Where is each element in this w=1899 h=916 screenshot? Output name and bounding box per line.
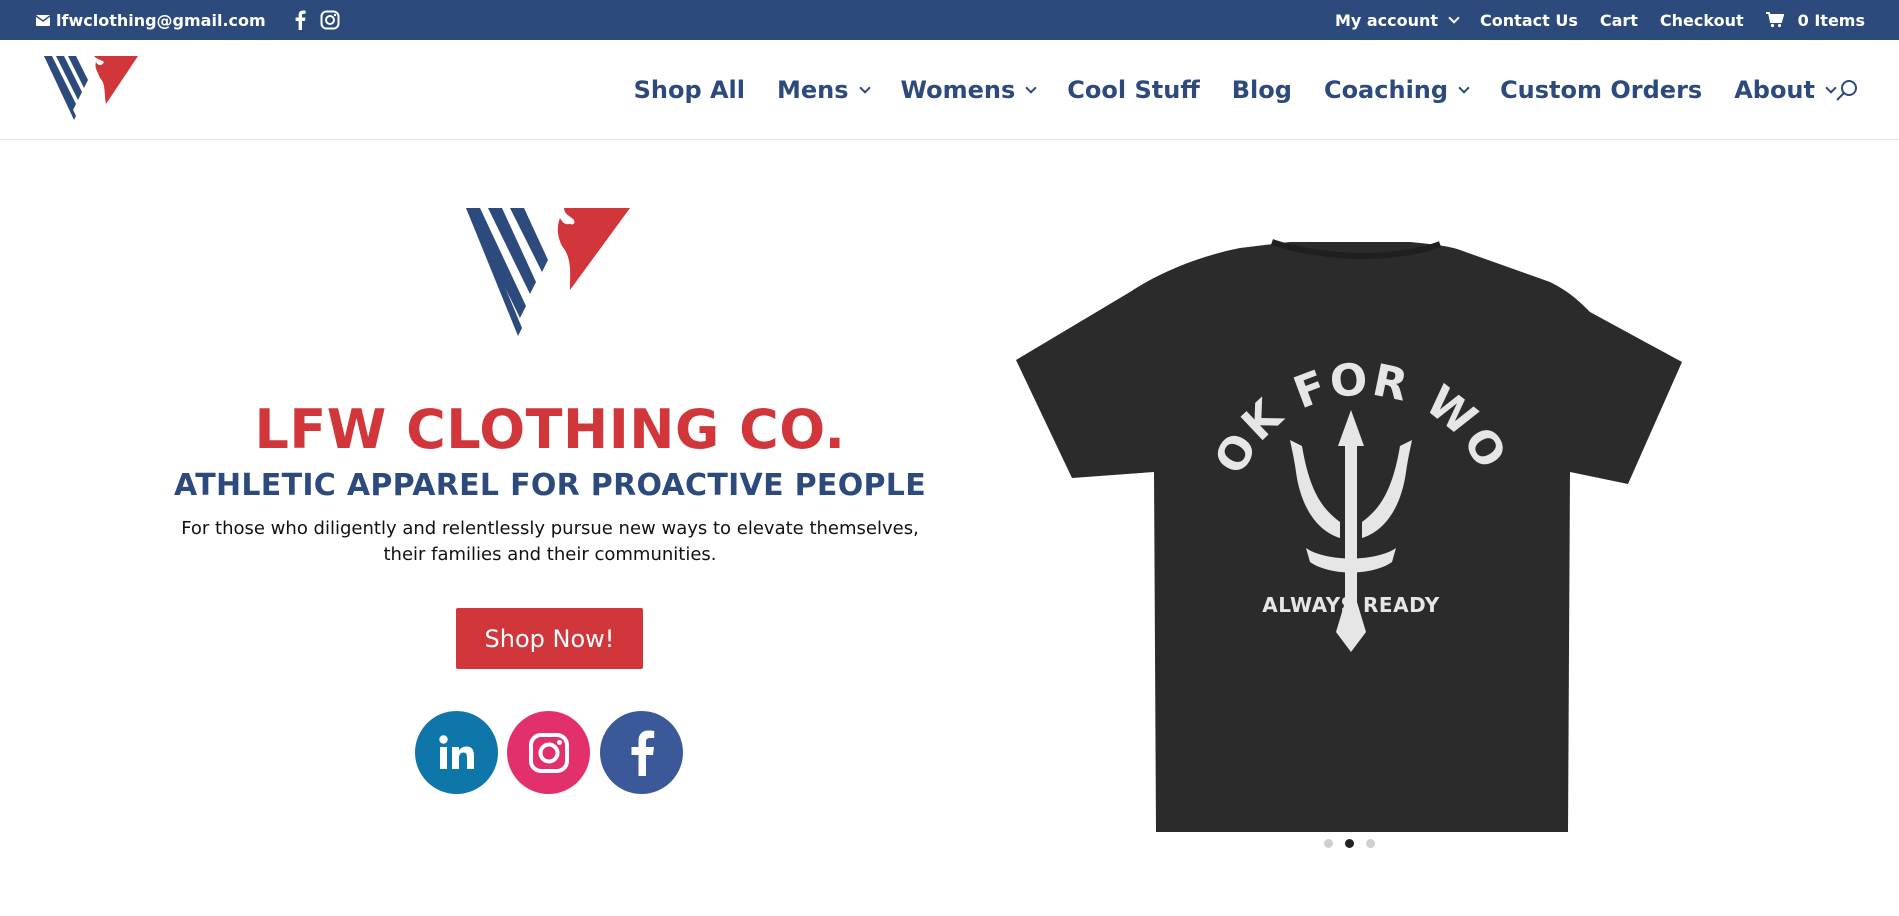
instagram-icon[interactable] — [320, 10, 340, 30]
nav-about-label: About — [1734, 76, 1815, 104]
shirt-bottom-text: ALWAYS READY — [1262, 593, 1439, 617]
nav-womens[interactable]: Womens — [900, 76, 1037, 104]
nav-about[interactable]: About — [1734, 76, 1837, 104]
tagline: ATHLETIC APPAREL FOR PROACTIVE PEOPLE — [174, 468, 926, 503]
cart-link[interactable]: Cart — [1600, 11, 1638, 30]
hero-description: For those who diligently and relentlessl… — [181, 518, 919, 565]
main-nav: Shop All Mens Womens Cool Stuff Blog Coa… — [634, 40, 1837, 140]
nav-cool-stuff[interactable]: Cool Stuff — [1067, 76, 1199, 104]
chevron-down-icon — [1448, 12, 1460, 24]
site-logo[interactable] — [44, 54, 138, 126]
chevron-down-icon — [1458, 82, 1470, 94]
linkedin-button[interactable] — [415, 711, 498, 794]
facebook-icon — [631, 730, 654, 776]
nav-womens-label: Womens — [900, 76, 1016, 104]
nav-mens-label: Mens — [777, 76, 849, 104]
brand-title: LFW CLOTHING CO. — [254, 398, 846, 461]
shop-now-button[interactable]: Shop Now! — [456, 608, 643, 669]
slider-dots — [1324, 839, 1375, 848]
nav-shop-all[interactable]: Shop All — [634, 76, 745, 104]
slider-dot-3[interactable] — [1366, 839, 1375, 848]
hero-logo — [466, 208, 630, 336]
top-bar: lfwclothing@gmail.com My account Contact… — [0, 0, 1899, 40]
instagram-button[interactable] — [507, 711, 590, 794]
slider-dot-1[interactable] — [1324, 839, 1333, 848]
nav-coaching[interactable]: Coaching — [1323, 76, 1470, 104]
checkout-link[interactable]: Checkout — [1660, 11, 1744, 30]
nav-mens[interactable]: Mens — [777, 76, 871, 104]
contact-us-link[interactable]: Contact Us — [1480, 11, 1578, 30]
instagram-icon — [528, 732, 569, 773]
email-text: lfwclothing@gmail.com — [56, 10, 266, 30]
chevron-down-icon — [1025, 82, 1037, 94]
search-icon[interactable] — [1835, 78, 1859, 102]
facebook-icon[interactable] — [294, 10, 306, 30]
linkedin-icon — [438, 734, 474, 769]
nav-blog[interactable]: Blog — [1232, 76, 1292, 104]
slider-dot-2[interactable] — [1345, 839, 1354, 848]
main-header: Shop All Mens Womens Cool Stuff Blog Coa… — [0, 40, 1899, 140]
chevron-down-icon — [858, 82, 871, 94]
email-link[interactable]: lfwclothing@gmail.com — [36, 11, 266, 30]
email-icon — [36, 14, 50, 26]
my-account-label: My account — [1334, 10, 1439, 30]
cart-items-count: 0 Items — [1797, 10, 1865, 30]
nav-custom-orders[interactable]: Custom Orders — [1500, 76, 1702, 104]
my-account-menu[interactable]: My account — [1334, 10, 1460, 30]
cart-items-link[interactable]: 0 Items — [1765, 10, 1865, 30]
product-image-tshirt[interactable]: LOOK FOR WORK ALWAYS READY — [1010, 232, 1690, 840]
nav-coaching-label: Coaching — [1323, 76, 1449, 104]
facebook-button[interactable] — [600, 711, 683, 794]
cart-icon — [1765, 12, 1784, 28]
